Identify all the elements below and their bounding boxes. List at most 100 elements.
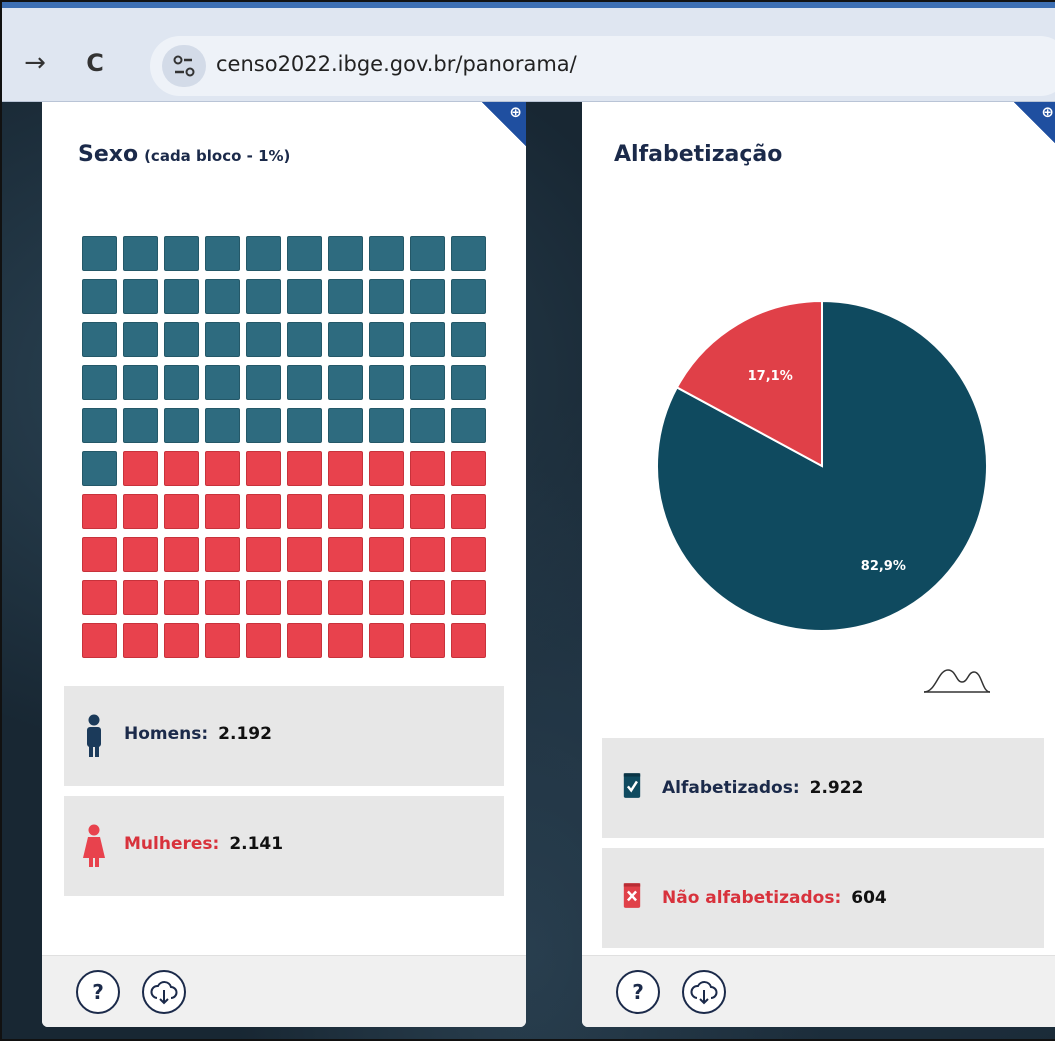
- waffle-block-men: [164, 365, 199, 400]
- waffle-block-men: [205, 365, 240, 400]
- waffle-block-women: [287, 451, 322, 486]
- pie-label-illiterate: 17,1%: [747, 369, 793, 385]
- waffle-block-women: [205, 623, 240, 658]
- waffle-block-men: [123, 322, 158, 357]
- waffle-block-women: [246, 451, 281, 486]
- waffle-block-women: [82, 537, 117, 572]
- waffle-block-women: [451, 537, 486, 572]
- waffle-block-women: [410, 451, 445, 486]
- waffle-block-men: [205, 236, 240, 271]
- man-icon: [87, 714, 101, 757]
- waffle-block-women: [246, 537, 281, 572]
- literate-value: 2.922: [809, 778, 864, 798]
- waffle-block-men: [328, 236, 363, 271]
- waffle-block-women: [287, 580, 322, 615]
- women-label: Mulheres: 2.141: [124, 834, 283, 854]
- illiterate-label-text: Não alfabetizados:: [662, 888, 842, 908]
- waffle-block-men: [410, 236, 445, 271]
- alfabetizacao-card: ⊕ Alfabetização 82,9% 17,1% Alfabetizados…: [582, 102, 1055, 1027]
- literate-label-text: Alfabetizados:: [662, 778, 800, 798]
- men-stat-box: Homens: 2.192: [64, 686, 504, 786]
- waffle-block-men: [451, 279, 486, 314]
- waffle-block-men: [164, 408, 199, 443]
- distribution-icon[interactable]: [922, 666, 992, 696]
- waffle-block-women: [123, 580, 158, 615]
- cloud-download-icon: [690, 981, 718, 1005]
- waffle-block-women: [410, 537, 445, 572]
- waffle-block-men: [451, 365, 486, 400]
- waffle-block-women: [246, 623, 281, 658]
- waffle-block-men: [82, 408, 117, 443]
- waffle-block-men: [410, 279, 445, 314]
- waffle-block-women: [287, 494, 322, 529]
- waffle-block-men: [82, 451, 117, 486]
- waffle-block-men: [451, 408, 486, 443]
- waffle-block-men: [287, 322, 322, 357]
- waffle-block-men: [82, 365, 117, 400]
- waffle-block-women: [287, 623, 322, 658]
- waffle-block-men: [82, 236, 117, 271]
- waffle-block-men: [205, 279, 240, 314]
- forward-button[interactable]: →: [20, 48, 50, 78]
- waffle-block-men: [328, 322, 363, 357]
- download-button[interactable]: [142, 970, 186, 1014]
- waffle-block-women: [369, 623, 404, 658]
- waffle-block-women: [369, 580, 404, 615]
- waffle-block-women: [369, 451, 404, 486]
- waffle-block-men: [82, 322, 117, 357]
- sexo-card: ⊕ Sexo (cada bloco - 1%) Homens: 2.192 M…: [42, 102, 526, 1027]
- women-value: 2.141: [229, 834, 284, 854]
- browser-window: → C censo2022.ibge.gov.br/panorama/ ⊕ Se…: [0, 0, 1055, 1041]
- waffle-block-men: [328, 279, 363, 314]
- waffle-block-men: [451, 236, 486, 271]
- waffle-block-women: [369, 537, 404, 572]
- zoom-corner-button[interactable]: ⊕: [482, 102, 526, 146]
- waffle-block-men: [123, 365, 158, 400]
- illiterate-stat-box: Não alfabetizados: 604: [602, 848, 1044, 948]
- waffle-block-men: [246, 236, 281, 271]
- men-label-text: Homens:: [124, 724, 209, 744]
- help-button[interactable]: ?: [76, 970, 120, 1014]
- waffle-block-women: [410, 580, 445, 615]
- pie-chart: [656, 299, 988, 632]
- men-value: 2.192: [218, 724, 272, 744]
- waffle-block-men: [410, 365, 445, 400]
- waffle-block-men: [246, 322, 281, 357]
- waffle-block-women: [164, 580, 199, 615]
- illiterate-value: 604: [851, 888, 887, 908]
- waffle-block-men: [287, 365, 322, 400]
- waffle-block-men: [246, 408, 281, 443]
- reload-button[interactable]: C: [80, 48, 110, 78]
- site-settings-icon[interactable]: [162, 45, 206, 87]
- waffle-block-men: [246, 279, 281, 314]
- waffle-block-women: [123, 537, 158, 572]
- url-text[interactable]: censo2022.ibge.gov.br/panorama/: [216, 52, 577, 76]
- waffle-block-men: [451, 322, 486, 357]
- book-x-icon: [623, 883, 641, 908]
- waffle-block-women: [164, 623, 199, 658]
- waffle-block-men: [82, 279, 117, 314]
- waffle-block-women: [410, 494, 445, 529]
- waffle-block-women: [164, 537, 199, 572]
- sexo-title-text: Sexo: [78, 142, 139, 167]
- waffle-block-women: [123, 494, 158, 529]
- address-bar[interactable]: censo2022.ibge.gov.br/panorama/: [150, 36, 1055, 96]
- men-label: Homens: 2.192: [124, 724, 272, 744]
- waffle-block-men: [328, 365, 363, 400]
- literate-label: Alfabetizados: 2.922: [662, 778, 863, 798]
- sexo-card-footer: ?: [42, 955, 526, 1027]
- waffle-block-women: [82, 623, 117, 658]
- woman-icon: [83, 824, 105, 867]
- pie-label-literate: 82,9%: [860, 559, 906, 575]
- help-button[interactable]: ?: [616, 970, 660, 1014]
- waffle-block-women: [246, 494, 281, 529]
- waffle-block-women: [205, 451, 240, 486]
- alfabetizacao-card-footer: ?: [582, 955, 1055, 1027]
- waffle-block-women: [328, 537, 363, 572]
- waffle-block-men: [246, 365, 281, 400]
- download-button[interactable]: [682, 970, 726, 1014]
- waffle-block-women: [164, 494, 199, 529]
- waffle-block-women: [328, 494, 363, 529]
- waffle-chart: [82, 236, 490, 660]
- browser-toolbar: → C censo2022.ibge.gov.br/panorama/: [2, 2, 1055, 102]
